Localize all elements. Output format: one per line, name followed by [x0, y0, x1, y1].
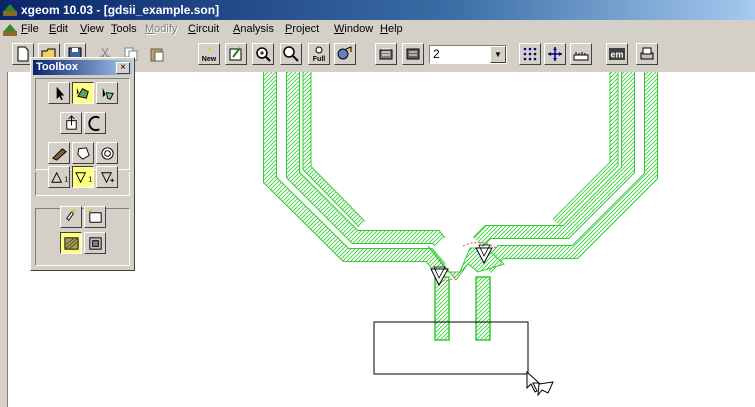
metal-fill-tool[interactable]	[60, 232, 82, 254]
add-port-tool[interactable]	[60, 112, 82, 134]
menu-help[interactable]: Help	[380, 22, 403, 37]
draw-rect-tool[interactable]	[72, 142, 94, 164]
menu-circuit[interactable]: Circuit	[188, 22, 219, 37]
zoom-in-icon	[256, 47, 271, 62]
grid-button[interactable]	[519, 43, 541, 65]
metal-fill-icon	[63, 236, 79, 250]
layer-tool[interactable]	[84, 232, 106, 254]
menu-window[interactable]: Window	[334, 22, 373, 37]
level-down-icon	[406, 48, 420, 60]
draw-polygon-tool[interactable]	[48, 142, 70, 164]
ruler-icon	[573, 52, 589, 61]
reshape-cursor-icon	[526, 370, 554, 397]
chevron-down-icon[interactable]: ▼	[490, 46, 506, 63]
menu-modify[interactable]: Modify	[145, 22, 177, 37]
print-button[interactable]	[636, 43, 658, 65]
app-icon	[3, 4, 17, 16]
level-select[interactable]: 2 ▼	[429, 45, 507, 64]
edit-view-icon	[229, 47, 242, 61]
menu-bar: File Edit View Tools Modify Circuit Analysis Pr…	[0, 20, 755, 39]
add-port-icon	[65, 114, 77, 130]
edit-points-tool[interactable]	[72, 82, 94, 104]
box-icon	[87, 208, 102, 223]
new-view-button[interactable]: New	[198, 43, 220, 65]
close-icon[interactable]: ×	[116, 62, 130, 74]
pointer-icon	[56, 86, 64, 100]
em-icon: em	[609, 48, 625, 60]
zoom-out-icon	[283, 46, 299, 62]
move-cross-button[interactable]	[544, 43, 566, 65]
reshape-icon	[102, 87, 114, 100]
layer-icon	[88, 236, 102, 250]
draw-polygon-icon	[51, 147, 67, 161]
dielectric-brick-icon	[65, 208, 76, 221]
via-level-label: 1	[88, 174, 92, 183]
zoom-full-label: Full	[313, 56, 325, 63]
edit-view-button[interactable]	[225, 43, 247, 65]
document-icon[interactable]	[3, 23, 17, 36]
new-view-icon: New	[202, 46, 217, 63]
menu-file[interactable]: File	[21, 22, 39, 37]
toolbox-palette[interactable]: Toolbox × 11	[30, 57, 135, 271]
via-down-icon: 1	[74, 171, 92, 183]
selection-box[interactable]	[373, 321, 529, 375]
paste-button[interactable]	[146, 43, 168, 65]
new-view-label: New	[202, 56, 217, 63]
window-title: xgeom 10.03 - [gdsii_example.son]	[21, 3, 220, 17]
menu-project[interactable]: Project	[285, 22, 319, 37]
metal-traces[interactable]	[263, 72, 658, 341]
via-up-icon: 1	[50, 171, 68, 183]
zoom-out-button[interactable]	[280, 43, 302, 65]
draw-circle-icon	[100, 146, 114, 160]
curve-tool[interactable]	[84, 112, 106, 134]
box-tool[interactable]	[84, 206, 106, 228]
title-bar: xgeom 10.03 - [gdsii_example.son]	[0, 0, 755, 20]
via-tool[interactable]	[96, 166, 118, 188]
print-icon	[640, 47, 654, 60]
level-up-button[interactable]	[375, 43, 397, 65]
level-down-button[interactable]	[402, 43, 424, 65]
em-button[interactable]: em	[606, 43, 628, 65]
draw-circle-tool[interactable]	[96, 142, 118, 164]
zoom-full-button[interactable]: Full	[308, 43, 330, 65]
menu-view[interactable]: View	[80, 22, 104, 37]
dielectric-brick-tool[interactable]	[60, 206, 82, 228]
em-label: em	[610, 50, 623, 60]
zoom-full-icon: Full	[313, 46, 325, 63]
grid-icon	[523, 47, 537, 61]
via-level-label: 1	[64, 174, 68, 183]
zoom-in-button[interactable]	[252, 43, 274, 65]
move-cross-icon	[548, 47, 562, 61]
reshape-tool[interactable]	[96, 82, 118, 104]
layers-icon	[337, 46, 352, 60]
curve-icon	[87, 115, 100, 131]
pointer-tool[interactable]	[48, 82, 70, 104]
left-ruler	[0, 72, 8, 407]
menu-edit[interactable]: Edit	[49, 22, 68, 37]
via-up-tool[interactable]: 1	[48, 166, 70, 188]
level-up-icon	[379, 48, 393, 60]
edit-points-icon	[76, 87, 89, 99]
draw-rect-icon	[76, 146, 90, 160]
toolbox-group-shapes	[35, 208, 130, 266]
via-down-tool[interactable]: 1	[72, 166, 94, 188]
layers-button[interactable]	[334, 43, 356, 65]
via-icon	[100, 171, 114, 183]
menu-analysis[interactable]: Analysis	[233, 22, 274, 37]
ruler-button[interactable]	[570, 43, 592, 65]
level-select-value: 2	[433, 47, 440, 61]
paste-icon	[150, 48, 164, 62]
menu-tools[interactable]: Tools	[111, 22, 137, 37]
